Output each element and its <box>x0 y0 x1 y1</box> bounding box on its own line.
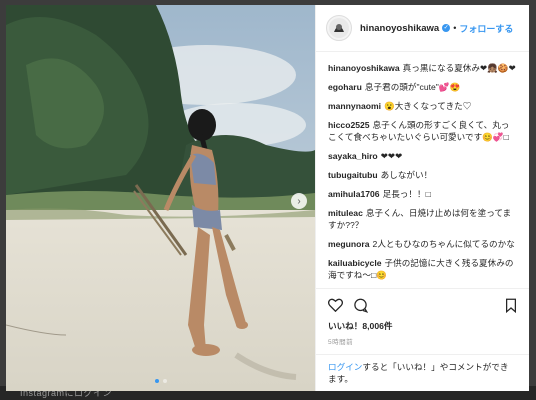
carousel-dot-active <box>154 379 159 383</box>
comment-username[interactable]: hinanoyoshikawa <box>328 63 400 73</box>
post-timestamp: 5時間前 <box>328 339 354 346</box>
header-username[interactable]: hinanoyoshikawa <box>360 23 439 34</box>
comment-username[interactable]: egoharu <box>328 82 362 92</box>
action-icons <box>328 295 517 315</box>
comment-item: hicco2525 息子くん頭の形すごく良くて、丸っこくて食べちゃいたいぐらい可愛… <box>328 119 517 143</box>
comment-text: 2人ともひなのちゃんに似てるのかな <box>372 239 515 249</box>
verified-badge-icon: ✓ <box>442 24 451 32</box>
post-photo[interactable]: › <box>6 5 315 391</box>
comment-item: amihula1706 足長っ！！□ <box>328 188 517 200</box>
comment-item: mannynaomi 😮大きくなってきた♡ <box>328 100 517 112</box>
comment-username[interactable]: megunora <box>328 239 370 249</box>
comment-text: 真っ黒になる夏休み❤👧🏽🍪❤ <box>402 63 516 73</box>
comment-username[interactable]: mituleac <box>328 208 363 218</box>
post-modal: › hinanoyoshikawa ✓ • フォローする hinanoyoshi… <box>6 5 529 391</box>
comment-username[interactable]: tubugaitubu <box>328 170 378 180</box>
comment-text: ❤❤❤ <box>380 151 403 161</box>
carousel-dot <box>162 379 167 383</box>
bookmark-icon[interactable] <box>505 298 517 313</box>
comment-text: 足長っ！！□ <box>382 189 431 199</box>
caption: hinanoyoshikawa 真っ黒になる夏休み❤👧🏽🍪❤ <box>328 62 517 74</box>
comment-item: mituleac 息子くん、日焼け止めは何を塗ってますか??？ <box>328 207 517 231</box>
login-prompt: ログインすると「いいね！」やコメントができます。 <box>316 354 529 391</box>
comment-item: megunora 2人ともひなのちゃんに似てるのかな <box>328 238 517 250</box>
comment-username[interactable]: amihula1706 <box>328 189 380 199</box>
comment-item: sayaka_hiro ❤❤❤ <box>328 150 517 162</box>
comment-icon[interactable] <box>353 298 368 313</box>
comment-item: egoharu 息子君の頭が"cute"💕😍 <box>328 81 517 93</box>
comment-username[interactable]: hicco2525 <box>328 120 370 130</box>
login-link[interactable]: ログイン <box>328 362 362 372</box>
comment-username[interactable]: mannynaomi <box>328 101 381 111</box>
likes-count[interactable]: いいね！8,006件 <box>328 320 517 332</box>
comment-text: 息子君の頭が"cute"💕😍 <box>364 82 461 92</box>
post-side-panel: hinanoyoshikawa ✓ • フォローする hinanoyoshika… <box>315 5 529 391</box>
avatar-image <box>329 18 349 38</box>
post-header: hinanoyoshikawa ✓ • フォローする <box>316 5 529 52</box>
beach-photo-image <box>6 5 315 391</box>
comment-text: あしながい！ <box>380 170 433 180</box>
comment-item: tubugaitubu あしながい！ <box>328 169 517 181</box>
carousel-indicator <box>6 379 315 383</box>
comment-username[interactable]: kailuabicycle <box>328 258 382 268</box>
avatar[interactable] <box>326 15 352 41</box>
comment-text: 😮大きくなってきた♡ <box>384 101 472 111</box>
header-separator: • <box>453 23 457 33</box>
follow-button[interactable]: フォローする <box>459 22 513 35</box>
chevron-right-icon: › <box>297 195 301 207</box>
heart-icon[interactable] <box>328 298 343 312</box>
comment-username[interactable]: sayaka_hiro <box>328 151 378 161</box>
post-actions: いいね！8,006件 5時間前 <box>316 288 529 346</box>
next-photo-button[interactable]: › <box>291 193 307 209</box>
comment-item: kailuabicycle 子供の記憶に大きく残る夏休みの海ですね〜□😊 <box>328 257 517 281</box>
comments-list[interactable]: hinanoyoshikawa 真っ黒になる夏休み❤👧🏽🍪❤ egoharu 息子君… <box>316 52 529 288</box>
